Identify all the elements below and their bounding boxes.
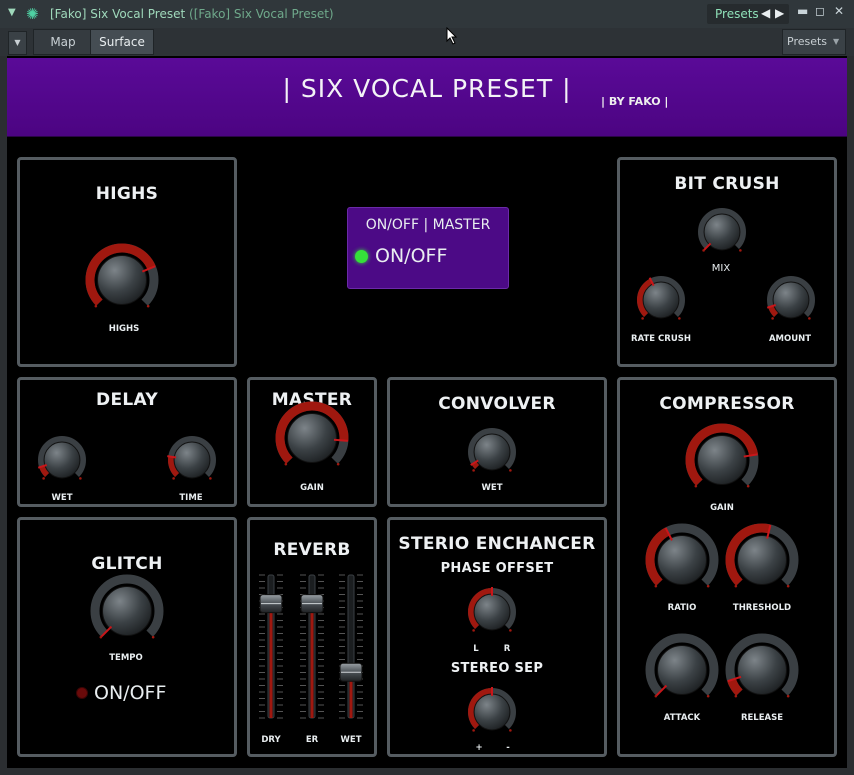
highs-title: HIGHS [95,184,159,204]
onoff-master-title: ON/OFF | MASTER [365,217,491,233]
reverb-dry-fader[interactable] [256,565,286,728]
reverb-er-fader[interactable] [297,565,327,728]
glitch-onoff-toggle[interactable]: ON/OFF [94,682,166,704]
menu-dropdown-icon[interactable]: ▼ [8,31,27,55]
master-onoff-toggle[interactable]: ON/OFF [375,245,447,267]
glitch-tempo-knob[interactable] [85,569,169,653]
presets-dropdown-label: Presets [787,35,828,48]
mouse-cursor-icon [446,27,458,45]
collapse-arrow-icon[interactable]: ▼ [8,7,16,18]
compressor-gain-knob[interactable] [680,418,764,502]
bitcrush-title: BIT CRUSH [674,174,780,194]
compressor-ratio-label: RATIO [667,603,697,613]
release-knob[interactable] [720,628,804,712]
master-gain-label: GAIN [300,483,324,493]
onoff-master-box: ON/OFF | MASTER ON/OFF [347,207,509,289]
stereo-sep-title: STEREO SEP [450,661,544,676]
convolver-wet-label: WET [481,483,503,493]
window-subtitle-text: ([Fako] Six Vocal Preset) [189,7,334,21]
presets-nav: Presets ◀ ▶ [707,4,789,24]
header-banner: | SIX VOCAL PRESET | | BY FAKO | [7,58,847,137]
stereo-sep-knob[interactable] [461,681,523,743]
reverb-er-label: ER [305,735,319,745]
prev-preset-icon[interactable]: ◀ [761,6,770,20]
sep-plus-label: + [475,743,483,753]
ratio-knob[interactable] [640,518,724,602]
glitch-led-indicator[interactable] [76,687,88,699]
master-led-indicator[interactable] [355,250,368,263]
stereo-title: STERIO ENCHANCER [398,534,596,554]
delay-wet-label: WET [51,493,73,503]
window-title-text: [Fako] Six Vocal Preset [50,7,186,21]
chevron-down-icon: ▼ [833,37,840,46]
compressor-gain-label: GAIN [710,503,734,513]
highs-knob-label: HIGHS [108,324,140,334]
convolver-title: CONVOLVER [438,394,556,414]
phase-l-label: L [473,644,479,654]
compressor-release-label: RELEASE [740,713,784,723]
bitcrush-amount-knob[interactable] [760,269,822,331]
presets-nav-label[interactable]: Presets [715,7,759,21]
presets-dropdown[interactable]: Presets ▼ [782,29,846,55]
phase-offset-title: PHASE OFFSET [440,561,554,576]
header-byline: | BY FAKO | [601,95,669,108]
maximize-icon[interactable]: ◻ [815,4,825,18]
attack-knob[interactable] [640,628,724,712]
window-title: [Fako] Six Vocal Preset ([Fako] Six Voca… [50,7,334,21]
reverb-title: REVERB [273,540,351,560]
tab-map[interactable]: Map [33,29,93,55]
plugin-gear-icon[interactable]: ✺ [26,5,39,23]
bitcrush-mix-knob[interactable] [691,201,753,263]
close-icon[interactable]: ✕ [834,4,844,18]
window-title-bar: ▼ ✺ [Fako] Six Vocal Preset ([Fako] Six … [0,0,854,29]
reverb-wet-fader[interactable] [336,565,366,728]
delay-title: DELAY [96,390,158,410]
compressor-attack-label: ATTACK [663,713,701,723]
bitcrush-rate-knob[interactable] [630,269,692,331]
delay-time-knob[interactable] [161,429,223,491]
reverb-wet-label: WET [340,735,362,745]
compressor-title: COMPRESSOR [659,394,795,414]
highs-knob[interactable] [80,238,164,322]
minimize-icon[interactable]: ▬ [797,4,808,18]
phase-r-label: R [503,644,511,654]
tab-surface[interactable]: Surface [90,29,154,55]
delay-wet-knob[interactable] [31,429,93,491]
toolbar: ▼ Map Surface Presets ▼ [0,28,854,56]
reverb-dry-label: DRY [261,735,281,745]
glitch-tempo-label: TEMPO [109,653,143,663]
bitcrush-rate-label: RATE CRUSH [631,334,691,344]
bitcrush-mix-label: MIX [711,263,731,274]
next-preset-icon[interactable]: ▶ [775,6,784,20]
compressor-threshold-label: THRESHOLD [732,603,792,613]
master-gain-knob[interactable] [270,396,354,480]
threshold-knob[interactable] [720,518,804,602]
bitcrush-amount-label: AMOUNT [768,334,812,344]
sep-minus-label: - [506,743,510,753]
phase-offset-knob[interactable] [461,581,523,643]
delay-time-label: TIME [179,493,203,503]
header-title: | SIX VOCAL PRESET | [282,74,572,103]
convolver-wet-knob[interactable] [461,421,523,483]
